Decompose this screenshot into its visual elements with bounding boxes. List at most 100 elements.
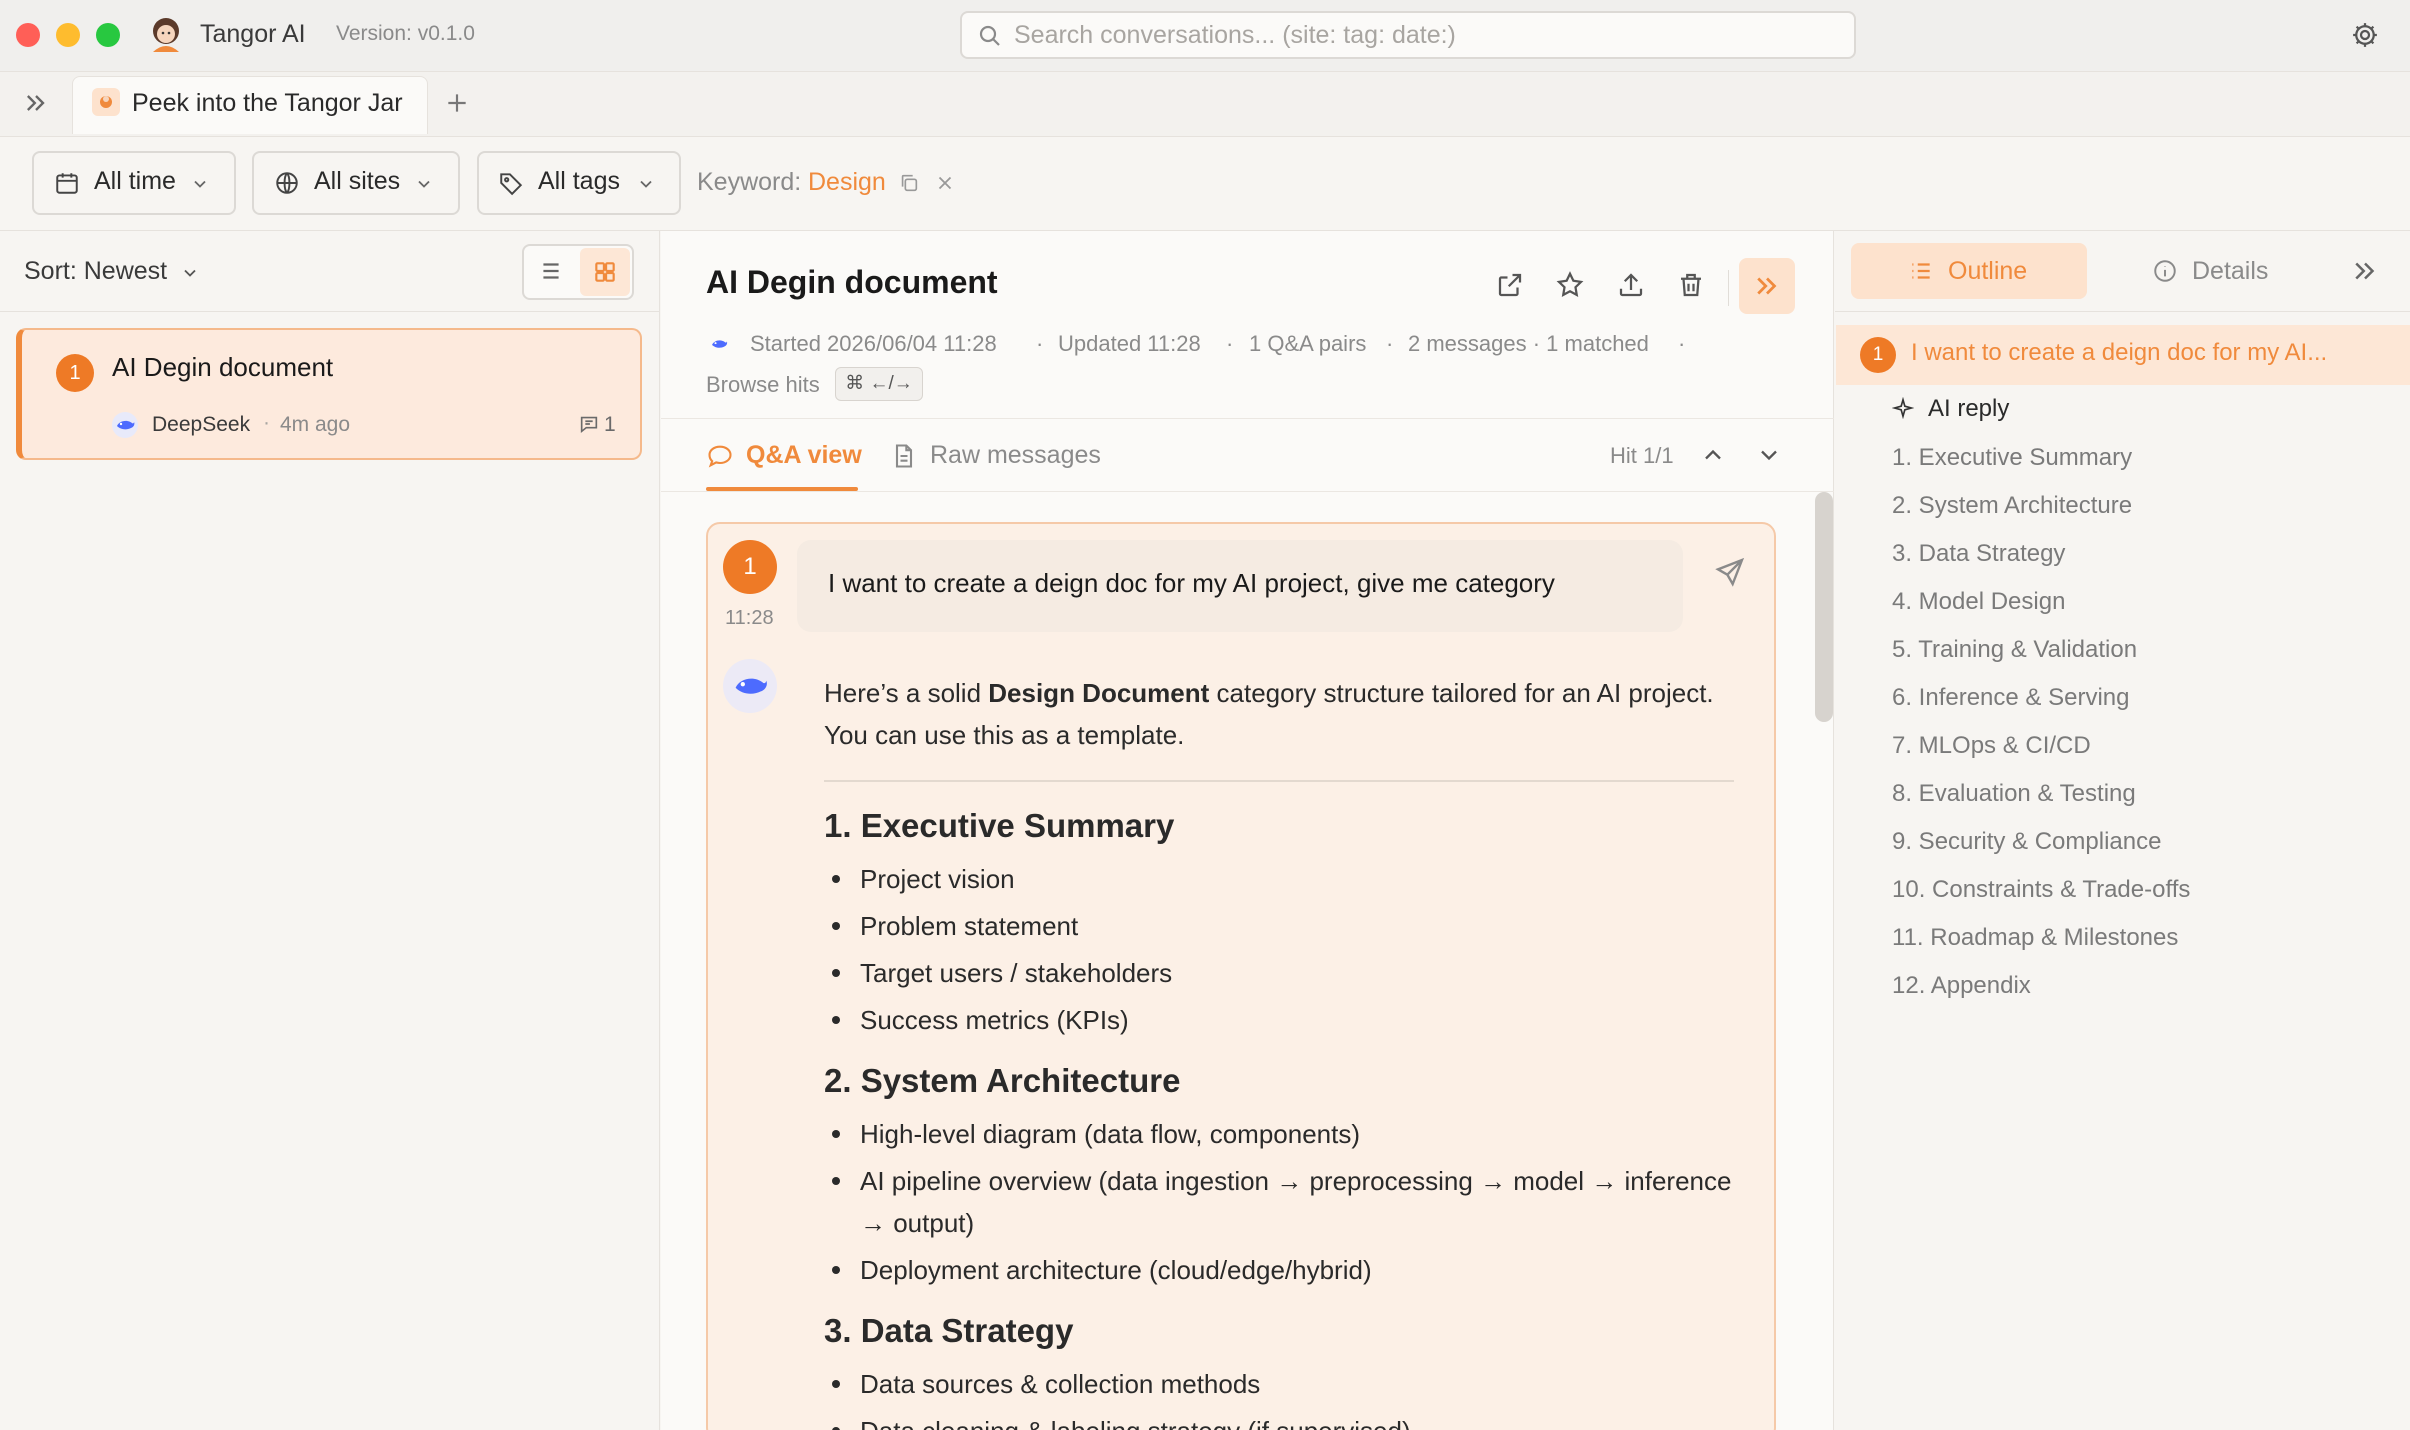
chevron-down-icon xyxy=(636,174,656,194)
list-item: Success metrics (KPIs) xyxy=(824,999,1734,1041)
section-list: High-level diagram (data flow, component… xyxy=(824,1113,1734,1291)
outline-item[interactable]: 1. Executive Summary xyxy=(1892,444,2132,472)
browse-hits-label: Browse hits xyxy=(706,372,820,397)
outline-item[interactable]: 6. Inference & Serving xyxy=(1892,684,2129,712)
sparkle-icon xyxy=(1892,397,1914,419)
search-input[interactable] xyxy=(1014,13,1834,57)
document-icon[interactable] xyxy=(890,442,918,470)
meta-dot: · xyxy=(1036,331,1044,356)
chevron-up-icon[interactable] xyxy=(1699,441,1727,469)
scrollbar-thumb[interactable] xyxy=(1815,492,1833,722)
tab-details[interactable]: Details xyxy=(2192,257,2268,286)
trash-icon[interactable] xyxy=(1676,270,1712,306)
divider xyxy=(0,311,660,312)
whale-icon xyxy=(110,410,140,440)
plus-icon[interactable] xyxy=(444,90,470,116)
double-chevron-right-icon[interactable] xyxy=(22,89,50,117)
meta-started: Started 2026/06/04 11:28 xyxy=(750,331,997,356)
outline-item[interactable]: 11. Roadmap & Milestones xyxy=(1892,924,2178,952)
gear-icon[interactable] xyxy=(2350,20,2380,50)
meta-updated: Updated 11:28 xyxy=(1058,331,1201,356)
tab-outline-label: Outline xyxy=(1948,257,2028,285)
list-item: Deployment architecture (cloud/edge/hybr… xyxy=(824,1249,1734,1291)
sites-filter-label: All sites xyxy=(314,167,401,195)
meta-dot: · xyxy=(1226,331,1234,356)
separator-dot: · xyxy=(263,411,270,434)
question-time: 11:28 xyxy=(725,607,774,629)
send-icon[interactable] xyxy=(1714,556,1746,588)
meta-dot: · xyxy=(1386,331,1394,356)
calendar-icon xyxy=(54,170,80,196)
outline-question-text: I want to create a deign doc for my AI..… xyxy=(1911,339,2328,366)
conversation-message-count: 1 xyxy=(604,413,616,436)
outline-item[interactable]: 2. System Architecture xyxy=(1892,492,2132,520)
list-item: High-level diagram (data flow, component… xyxy=(824,1113,1734,1155)
keyword-label: Keyword: xyxy=(697,168,802,196)
tab-qa-view[interactable] xyxy=(706,442,734,470)
meta-pairs: 1 Q&A pairs xyxy=(1249,331,1367,356)
outline-item[interactable]: 12. Appendix xyxy=(1892,972,2031,1000)
answer-intro: Here’s a solid Design Document category … xyxy=(824,672,1734,756)
tab-favicon-icon xyxy=(92,88,120,116)
external-link-icon[interactable] xyxy=(1495,270,1531,306)
chevron-down-icon[interactable] xyxy=(180,263,200,283)
list-icon[interactable] xyxy=(538,258,564,284)
outline-item[interactable]: 9. Security & Compliance xyxy=(1892,828,2161,856)
tab-raw-messages[interactable]: Raw messages xyxy=(930,441,1101,470)
keyword-value: Design xyxy=(808,168,886,196)
list-item: Problem statement xyxy=(824,905,1734,947)
tab-qa-view-label[interactable]: Q&A view xyxy=(746,441,862,470)
outline-item[interactable]: 5. Training & Validation xyxy=(1892,636,2137,664)
info-icon[interactable] xyxy=(2152,258,2178,284)
sort-dropdown[interactable]: Sort: Newest xyxy=(24,257,167,286)
section-list: Data sources & collection methods Data c… xyxy=(824,1363,1734,1430)
hit-counter: Hit 1/1 xyxy=(1610,443,1674,468)
tags-filter-label: All tags xyxy=(538,167,620,195)
chat-bubble-icon xyxy=(708,445,732,468)
copy-icon[interactable] xyxy=(898,172,920,194)
chevron-down-icon[interactable] xyxy=(1755,441,1783,469)
section-heading: 2. System Architecture xyxy=(824,1062,1181,1099)
double-chevron-right-icon xyxy=(1752,271,1782,301)
tag-icon xyxy=(498,170,524,196)
divider xyxy=(1835,311,2410,312)
window-maximize-button[interactable] xyxy=(96,23,120,47)
document-title: AI Degin document xyxy=(706,264,998,300)
search-box[interactable] xyxy=(960,11,1856,59)
window-close-button[interactable] xyxy=(16,23,40,47)
star-icon[interactable] xyxy=(1555,270,1591,306)
outline-item[interactable]: 10. Constraints & Trade-offs xyxy=(1892,876,2190,904)
answer-intro-text: Here’s a solid xyxy=(824,678,989,708)
question-text: I want to create a deign doc for my AI p… xyxy=(828,568,1555,598)
answer-content: Here’s a solid Design Document category … xyxy=(824,672,1734,1430)
outline-item[interactable]: 4. Model Design xyxy=(1892,588,2065,616)
outline-ai-reply[interactable]: AI reply xyxy=(1928,395,2009,423)
conversation-source: DeepSeek xyxy=(152,413,251,436)
divider xyxy=(1728,270,1729,306)
whale-icon xyxy=(723,659,777,713)
outline-question-badge: 1 xyxy=(1860,337,1896,373)
outline-item[interactable]: 3. Data Strategy xyxy=(1892,540,2065,568)
tab-label: Peek into the Tangor Jar xyxy=(132,89,403,117)
close-icon[interactable] xyxy=(934,172,956,194)
upload-icon[interactable] xyxy=(1616,270,1652,306)
grid-icon xyxy=(592,259,618,285)
outline-item[interactable]: 8. Evaluation & Testing xyxy=(1892,780,2136,808)
meta-dot: · xyxy=(1678,331,1686,356)
globe-icon xyxy=(274,170,300,196)
list-item: Target users / stakeholders xyxy=(824,952,1734,994)
meta-messages: 2 messages · 1 matched xyxy=(1408,331,1649,356)
list-item: Project vision xyxy=(824,858,1734,900)
app-version: Version: v0.1.0 xyxy=(336,22,475,45)
list-item: AI pipeline overview (data ingestion → p… xyxy=(824,1160,1734,1244)
divider xyxy=(661,418,1834,419)
window-minimize-button[interactable] xyxy=(56,23,80,47)
conversation-card[interactable] xyxy=(16,328,642,460)
time-filter-label: All time xyxy=(94,167,176,195)
section-heading: 1. Executive Summary xyxy=(824,807,1175,844)
double-chevron-right-icon[interactable] xyxy=(2350,256,2380,286)
collapse-panel-button[interactable] xyxy=(1739,258,1795,314)
outline-item[interactable]: 7. MLOps & CI/CD xyxy=(1892,732,2091,760)
divider xyxy=(661,491,1834,492)
answer-intro-bold: Design Document xyxy=(988,678,1210,708)
